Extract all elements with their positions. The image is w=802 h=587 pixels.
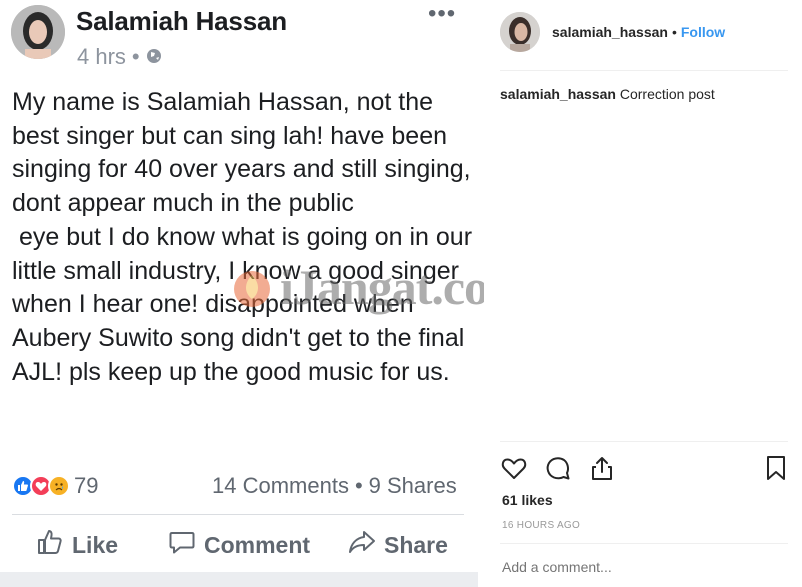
shares-count[interactable]: 9 Shares — [369, 473, 457, 499]
avatar[interactable] — [11, 5, 65, 59]
header-separator: • — [671, 24, 677, 40]
comment-icon[interactable] — [544, 454, 572, 482]
like-label: Like — [72, 531, 119, 558]
reaction-count: 79 — [74, 473, 99, 498]
share-label: Share — [384, 531, 448, 558]
post-meta: 4 hrs • — [77, 44, 162, 70]
follow-button[interactable]: Follow — [681, 24, 725, 40]
globe-icon — [146, 44, 162, 70]
meta-separator: • — [131, 44, 140, 69]
caption: salamiah_hassan Correction post — [500, 86, 715, 102]
caption-username[interactable]: salamiah_hassan — [500, 86, 616, 102]
add-comment-input[interactable] — [502, 559, 782, 575]
counts-separator: • — [354, 473, 363, 498]
caption-text: Correction post — [619, 86, 715, 102]
comment-button[interactable]: Comment — [168, 527, 310, 563]
more-options-icon[interactable]: ••• — [428, 2, 456, 26]
engagement-counts: 14 Comments • 9 Shares — [212, 473, 457, 499]
post-time[interactable]: 4 hrs — [77, 44, 126, 70]
username[interactable]: salamiah_hassan — [552, 24, 668, 40]
heart-icon[interactable] — [500, 454, 528, 482]
divider — [500, 441, 788, 442]
comment-label: Comment — [204, 531, 311, 558]
comment-bubble-icon — [168, 528, 196, 562]
likes-count[interactable]: 61 likes — [502, 492, 553, 508]
bottom-bar — [0, 572, 478, 587]
author-name[interactable]: Salamiah Hassan — [76, 6, 287, 37]
divider — [500, 543, 788, 544]
post-header: salamiah_hassan • Follow — [552, 24, 725, 40]
bookmark-icon[interactable] — [762, 454, 790, 482]
divider — [500, 70, 788, 71]
reactions-summary[interactable]: 79 — [12, 473, 98, 499]
share-arrow-icon — [348, 528, 376, 562]
post-body: My name is Salamiah Hassan, not the best… — [12, 88, 473, 386]
avatar[interactable] — [500, 12, 540, 52]
post-timestamp: 16 HOURS AGO — [502, 520, 581, 531]
comments-count[interactable]: 14 Comments — [212, 473, 349, 499]
divider — [12, 514, 464, 515]
share-icon[interactable] — [588, 454, 616, 482]
facebook-post: Salamiah Hassan 4 hrs • ••• My name is S… — [0, 0, 530, 587]
thumbs-up-icon — [36, 528, 64, 562]
sad-reaction-icon — [48, 475, 70, 497]
share-button[interactable]: Share — [348, 527, 448, 563]
instagram-post: salamiah_hassan • Follow salamiah_hassan… — [484, 0, 802, 587]
like-button[interactable]: Like — [36, 527, 118, 563]
